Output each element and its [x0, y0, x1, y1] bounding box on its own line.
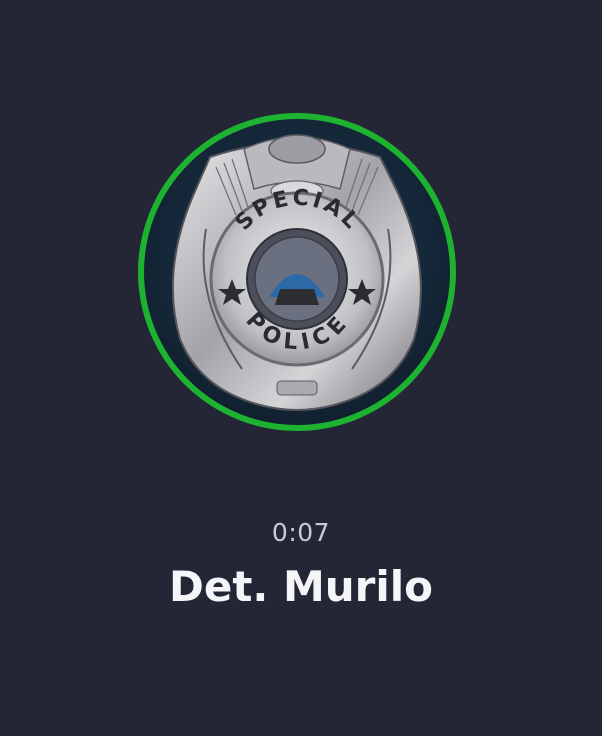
call-timer: 0:07: [271, 518, 331, 547]
call-screen: SPECIAL POLICE 0:07 Det. Murilo: [0, 0, 602, 736]
contact-avatar[interactable]: SPECIAL POLICE: [138, 113, 456, 431]
police-badge-icon: SPECIAL POLICE: [171, 134, 422, 411]
contact-name: Det. Murilo: [168, 562, 434, 611]
